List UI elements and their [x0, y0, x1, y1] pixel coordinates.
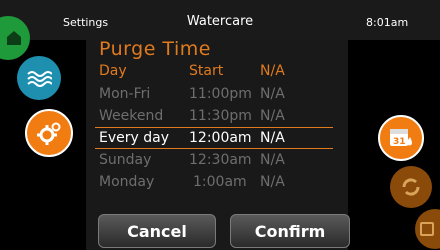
status-bar: Settings Watercare 8:01am: [0, 0, 440, 40]
row-na: N/A: [260, 108, 285, 124]
list-item[interactable]: Monday 1:00am N/A: [0, 174, 440, 196]
row-start: 1:00am: [193, 174, 247, 190]
home-icon: [7, 31, 21, 45]
column-day: Day: [99, 63, 127, 79]
row-na: N/A: [260, 130, 285, 146]
row-na: N/A: [260, 152, 285, 168]
row-day: Weekend: [99, 108, 164, 124]
cycle-button[interactable]: [390, 166, 432, 208]
calendar-day-label: 31: [393, 137, 406, 147]
cycle-icon: [402, 178, 420, 196]
schedule-button[interactable]: 31: [378, 115, 424, 161]
confirm-button[interactable]: Confirm: [230, 214, 350, 248]
row-day: Mon-Fri: [99, 86, 151, 102]
row-day: Monday: [99, 174, 155, 190]
column-start: Start: [189, 63, 224, 79]
clock: 8:01am: [366, 16, 409, 29]
row-start: 11:30pm: [189, 108, 252, 124]
selection-top-line: [95, 127, 333, 128]
calendar-partial-button[interactable]: [415, 209, 440, 249]
cancel-button[interactable]: Cancel: [98, 214, 216, 248]
list-item[interactable]: Mon-Fri 11:00pm N/A: [0, 86, 440, 108]
row-day: Every day: [99, 130, 169, 146]
row-na: N/A: [260, 174, 285, 190]
row-start: 11:00pm: [189, 86, 252, 102]
row-start: 12:30am: [189, 152, 252, 168]
list-item[interactable]: Sunday 12:30am N/A: [0, 152, 440, 174]
row-na: N/A: [260, 86, 285, 102]
calendar-partial-icon: [420, 222, 434, 236]
panel-heading: Purge Time: [99, 38, 211, 60]
selection-bottom-line: [95, 148, 333, 149]
column-na: N/A: [260, 63, 285, 79]
row-day: Sunday: [99, 152, 152, 168]
calendar-icon: 31: [390, 129, 412, 147]
row-start: 12:00am: [189, 130, 252, 146]
